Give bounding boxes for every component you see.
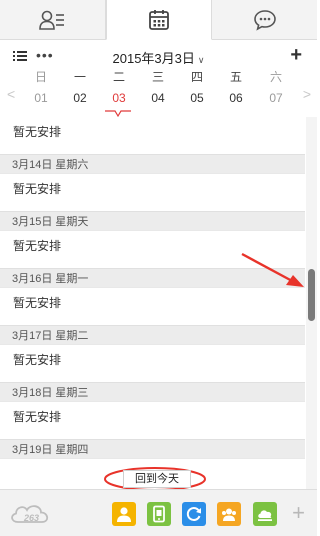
date-number: 06 bbox=[229, 91, 243, 105]
date-number: 03 bbox=[112, 91, 126, 105]
date-number: 01 bbox=[34, 91, 48, 105]
date-header: 3月17日 星期二 bbox=[0, 325, 305, 345]
more-options-icon[interactable]: ••• bbox=[36, 47, 54, 63]
weekday-label: 六 bbox=[269, 70, 282, 84]
empty-schedule-text: 暂无安排 bbox=[0, 117, 305, 154]
date-number: 05 bbox=[190, 91, 204, 105]
day-tuesday-today[interactable]: 二 03 bbox=[104, 68, 134, 108]
person-icon bbox=[117, 507, 131, 522]
chat-bubble-icon bbox=[253, 9, 276, 31]
weekday-label: 日 bbox=[34, 70, 47, 84]
chevron-down-icon: ∨ bbox=[197, 55, 205, 65]
cloud-photo-icon bbox=[258, 510, 272, 521]
day-thursday[interactable]: 四 05 bbox=[182, 68, 212, 108]
list-view-icon[interactable] bbox=[13, 51, 27, 61]
current-date-label: 2015年3月3日 bbox=[112, 51, 195, 66]
sync-icon bbox=[186, 507, 201, 521]
calendar-toolbar: 2015年3月3日 ∨ ••• + bbox=[0, 44, 317, 68]
date-header: 3月18日 星期三 bbox=[0, 382, 305, 402]
app-cloud-button[interactable] bbox=[253, 502, 277, 526]
tab-calendar[interactable] bbox=[105, 0, 213, 40]
vertical-scrollbar[interactable] bbox=[306, 117, 317, 489]
app-sync-button[interactable] bbox=[182, 502, 206, 526]
empty-schedule-text: 暂无安排 bbox=[0, 402, 305, 439]
day-wednesday[interactable]: 三 04 bbox=[143, 68, 173, 108]
tab-chat[interactable] bbox=[212, 0, 317, 39]
app-people-button[interactable] bbox=[217, 502, 241, 526]
date-header: 3月14日 星期六 bbox=[0, 154, 305, 174]
weekday-label: 三 bbox=[151, 70, 164, 84]
app-mobile-button[interactable] bbox=[147, 502, 171, 526]
date-number: 07 bbox=[269, 91, 283, 105]
logo-text: 263 bbox=[23, 513, 39, 523]
back-to-today-button[interactable]: 回到今天 bbox=[123, 470, 191, 488]
app-contacts-button[interactable] bbox=[112, 502, 136, 526]
add-app-icon[interactable]: + bbox=[292, 500, 305, 526]
day-sunday[interactable]: 日 01 bbox=[26, 68, 56, 108]
mobile-icon bbox=[153, 505, 165, 523]
calendar-icon bbox=[149, 9, 169, 30]
group-icon bbox=[222, 508, 236, 521]
empty-schedule-text: 暂无安排 bbox=[0, 174, 305, 211]
date-header: 3月15日 星期天 bbox=[0, 211, 305, 231]
scrollbar-thumb[interactable] bbox=[308, 269, 315, 321]
top-tab-bar bbox=[0, 0, 317, 40]
weekday-label: 二 bbox=[112, 70, 125, 84]
contacts-icon bbox=[39, 10, 65, 30]
week-strip: < 日 01 一 02 二 03 三 04 四 05 五 06 六 07 > bbox=[0, 68, 317, 118]
weekday-label: 四 bbox=[190, 70, 203, 84]
date-header: 3月19日 星期四 bbox=[0, 439, 305, 459]
add-event-button[interactable]: + bbox=[290, 44, 302, 67]
weekday-label: 五 bbox=[229, 70, 242, 84]
cloud-263-logo: 263 bbox=[11, 505, 49, 523]
weekday-label: 一 bbox=[73, 70, 86, 84]
date-number: 02 bbox=[73, 91, 87, 105]
previous-week-icon[interactable]: < bbox=[7, 86, 15, 102]
next-week-icon[interactable]: > bbox=[303, 86, 311, 102]
annotation-arrow bbox=[241, 252, 304, 287]
empty-schedule-text: 暂无安排 bbox=[0, 345, 305, 382]
bottom-app-bar: 263 + bbox=[0, 489, 317, 536]
schedule-list[interactable]: 暂无安排 3月14日 星期六 暂无安排 3月15日 星期天 暂无安排 3月16日… bbox=[0, 117, 305, 489]
day-saturday[interactable]: 六 07 bbox=[261, 68, 291, 108]
empty-schedule-text: 暂无安排 bbox=[0, 288, 305, 325]
day-friday[interactable]: 五 06 bbox=[221, 68, 251, 108]
day-monday[interactable]: 一 02 bbox=[65, 68, 95, 108]
date-number: 04 bbox=[151, 91, 165, 105]
tab-contacts[interactable] bbox=[0, 0, 106, 39]
